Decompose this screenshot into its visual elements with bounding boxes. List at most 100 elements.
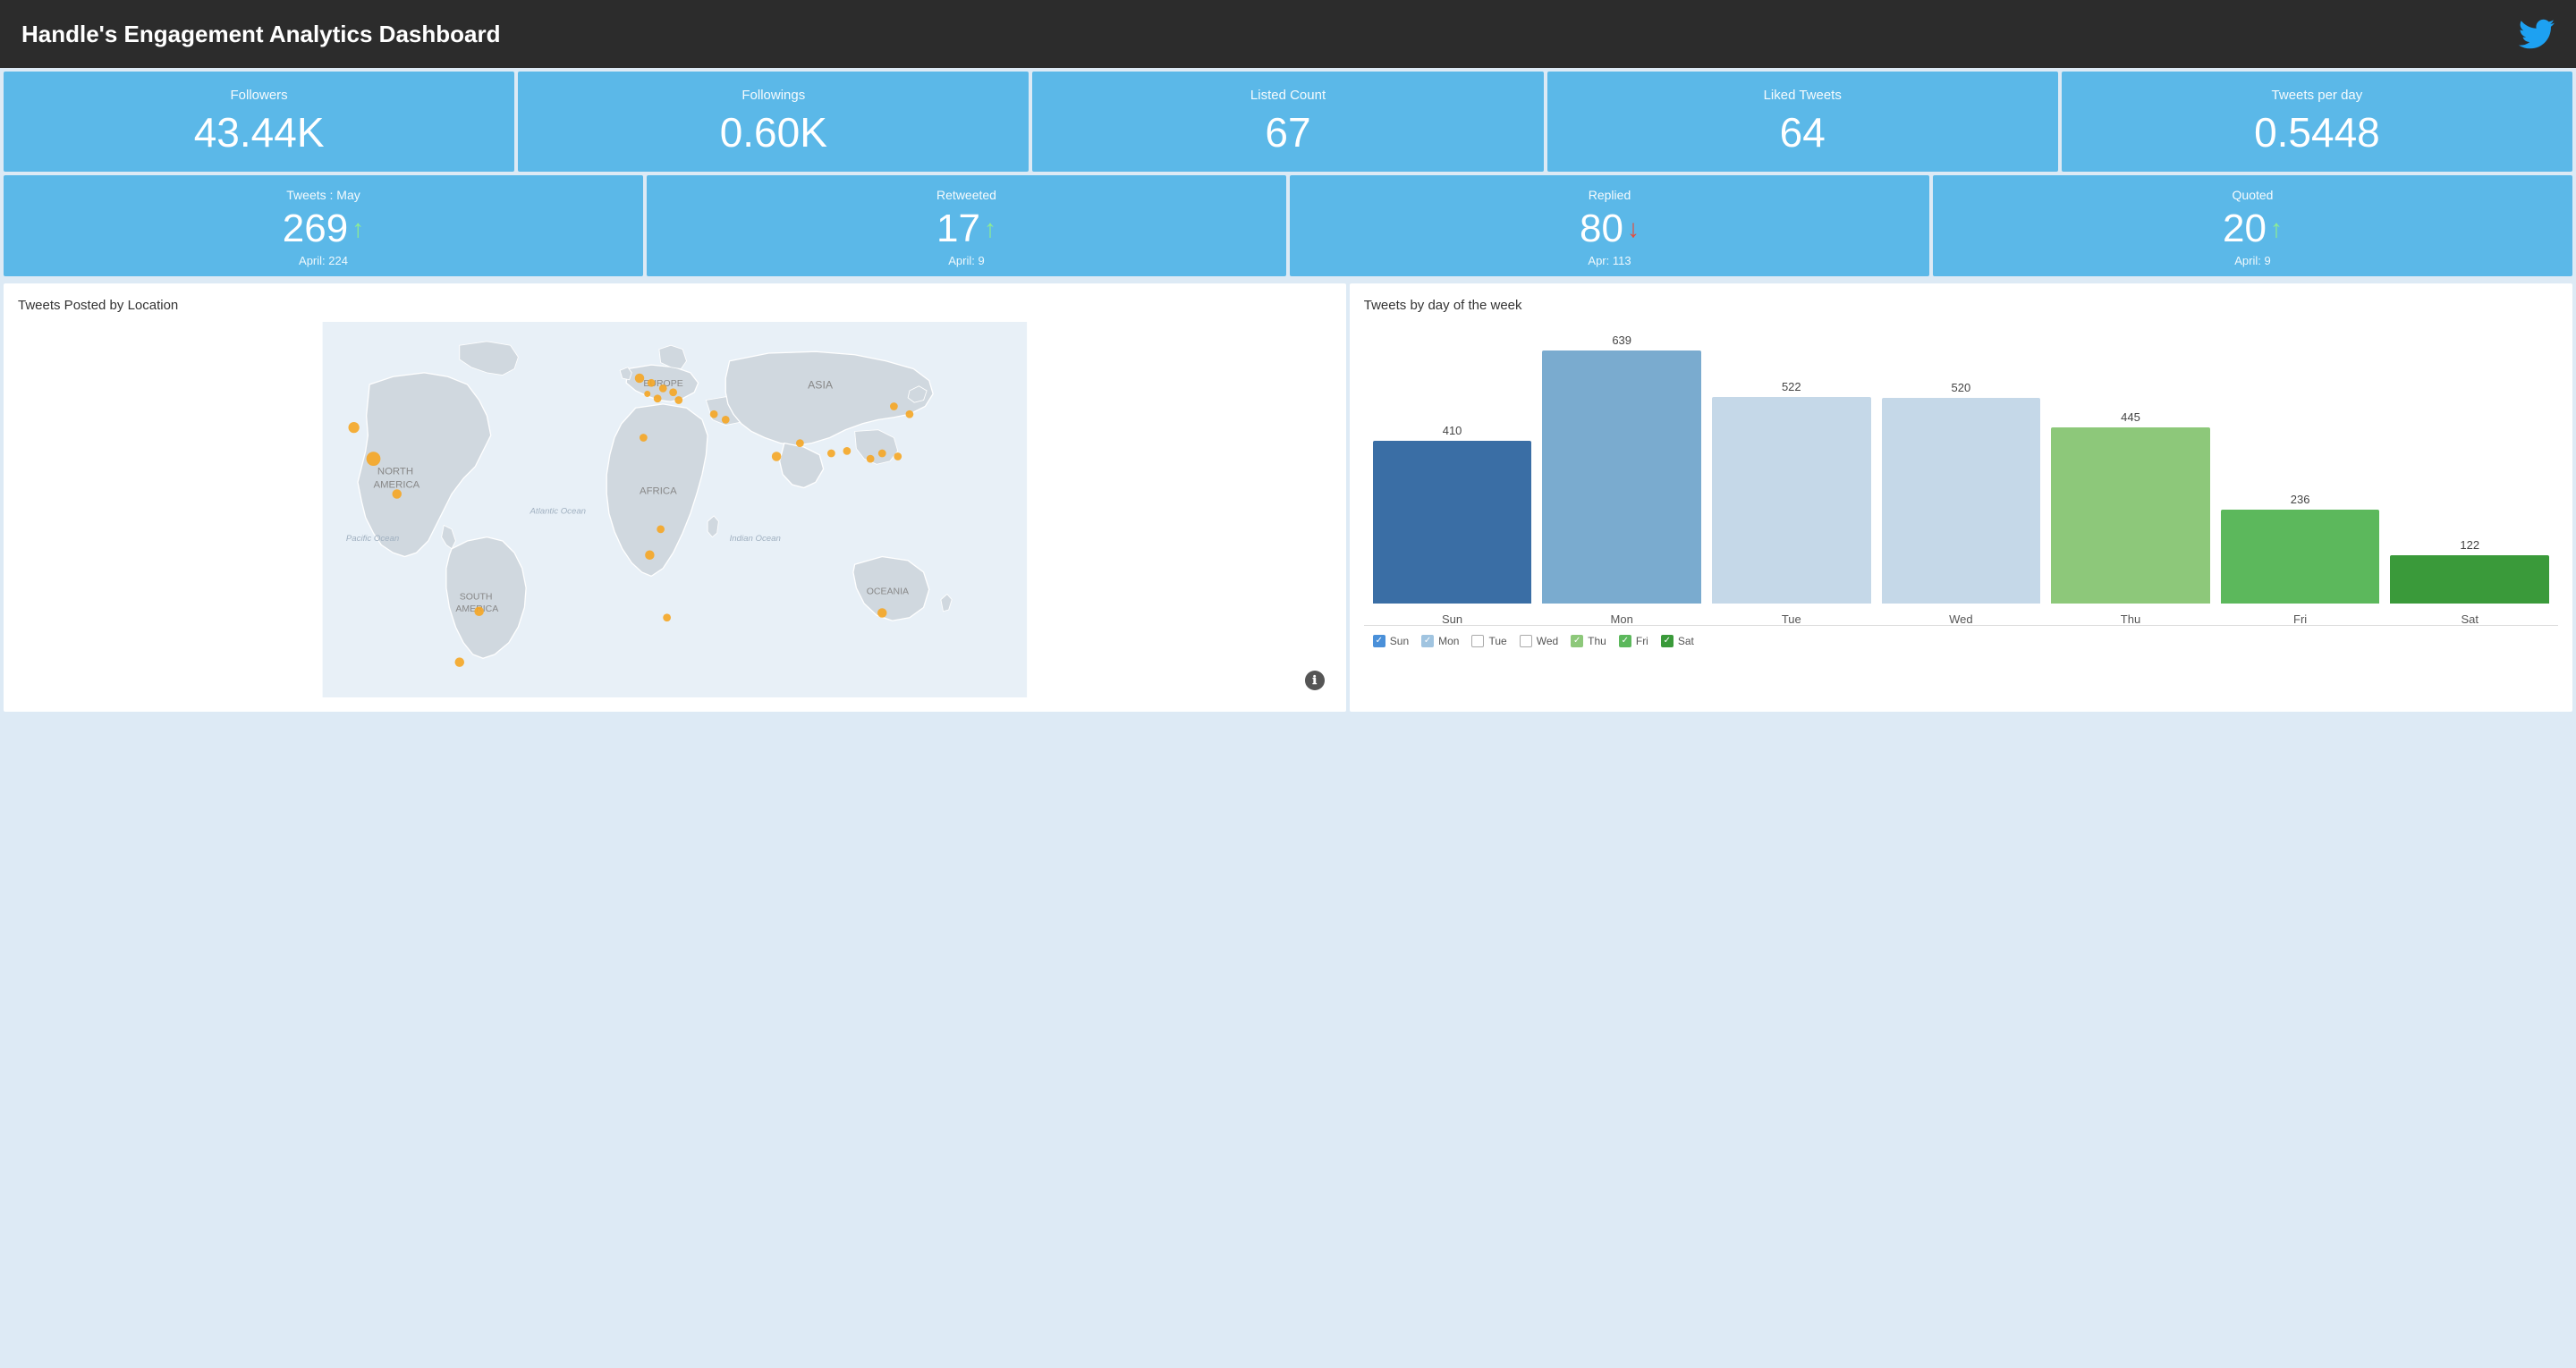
legend-checkbox[interactable]: ✓ [1619, 635, 1631, 647]
bar-value: 410 [1443, 424, 1462, 437]
legend-item-fri[interactable]: ✓ Fri [1619, 635, 1648, 647]
bar-sun: 410 Sun [1373, 424, 1532, 626]
legend-label: Fri [1636, 635, 1648, 647]
legend-label: Mon [1438, 635, 1459, 647]
bar-rect [1542, 350, 1701, 604]
bottom-section: Tweets Posted by Location [0, 280, 2576, 715]
stat-card-tweets-per-day: Tweets per day 0.5448 [2062, 72, 2572, 172]
stat-prev: April: 224 [18, 254, 629, 267]
chart-panel: Tweets by day of the week 410 Sun 639 Mo… [1350, 283, 2572, 712]
svg-text:AMERICA: AMERICA [374, 479, 420, 490]
stat-label: Quoted [1947, 188, 2558, 202]
stat-card-listed-count: Listed Count 67 [1032, 72, 1543, 172]
stat-value: 80 [1580, 207, 1623, 250]
stat-label: Tweets per day [2076, 88, 2558, 103]
chart-panel-title: Tweets by day of the week [1364, 298, 2558, 313]
bar-label: Sat [2461, 612, 2479, 626]
stat-value: 43.44K [18, 110, 500, 156]
legend-checkbox[interactable]: ✓ [1661, 635, 1674, 647]
map-container: Pacific Ocean Atlantic Ocean Indian Ocea… [18, 322, 1332, 697]
stat-card2-retweeted: Retweeted 17 ↑ April: 9 [647, 175, 1286, 276]
svg-text:NORTH: NORTH [377, 467, 413, 477]
stat-label: Liked Tweets [1562, 88, 2044, 103]
bar-rect [2390, 555, 2549, 604]
bar-value: 236 [2291, 493, 2310, 506]
stat-value: 269 [283, 207, 348, 250]
stat-card-followings: Followings 0.60K [518, 72, 1029, 172]
bar-label: Thu [2121, 612, 2140, 626]
stat-value: 17 [936, 207, 980, 250]
page-title: Handle's Engagement Analytics Dashboard [21, 21, 500, 48]
svg-text:Indian Ocean: Indian Ocean [730, 534, 781, 544]
legend-label: Tue [1488, 635, 1506, 647]
bar-wed: 520 Wed [1882, 381, 2041, 626]
legend-item-sat[interactable]: ✓ Sat [1661, 635, 1694, 647]
stat-card2-replied: Replied 80 ↓ Apr: 113 [1290, 175, 1929, 276]
svg-text:ASIA: ASIA [808, 378, 834, 391]
bar-label: Tue [1782, 612, 1801, 626]
bar-label: Sun [1442, 612, 1462, 626]
stat-value: 64 [1562, 110, 2044, 156]
stat-value-row: 17 ↑ [661, 207, 1272, 250]
chart-legend: ✓ Sun ✓ Mon Tue Wed ✓ Thu ✓ Fri ✓ Sat [1364, 626, 2558, 647]
bar-label: Fri [2293, 612, 2307, 626]
stat-label: Replied [1304, 188, 1915, 202]
legend-item-thu[interactable]: ✓ Thu [1571, 635, 1606, 647]
stats-row-2: Tweets : May 269 ↑ April: 224 Retweeted … [0, 175, 2576, 280]
stat-label: Followings [532, 88, 1014, 103]
chart-area: 410 Sun 639 Mon 522 Tue 520 Wed 445 Thu … [1364, 322, 2558, 626]
stat-label: Tweets : May [18, 188, 629, 202]
legend-item-wed[interactable]: Wed [1520, 635, 1558, 647]
bar-thu: 445 Thu [2051, 410, 2210, 626]
legend-checkbox[interactable] [1520, 635, 1532, 647]
stat-value: 67 [1046, 110, 1529, 156]
arrow-up-icon: ↑ [2270, 216, 2283, 241]
stat-label: Listed Count [1046, 88, 1529, 103]
stat-card-liked-tweets: Liked Tweets 64 [1547, 72, 2058, 172]
stat-value-row: 20 ↑ [1947, 207, 2558, 250]
stats-row-1: Followers 43.44K Followings 0.60K Listed… [0, 68, 2576, 175]
legend-checkbox[interactable] [1471, 635, 1484, 647]
svg-text:Pacific Ocean: Pacific Ocean [346, 534, 399, 544]
stat-card2-quoted: Quoted 20 ↑ April: 9 [1933, 175, 2572, 276]
svg-text:Atlantic Ocean: Atlantic Ocean [530, 506, 587, 516]
bar-label: Wed [1949, 612, 1973, 626]
bar-rect [1373, 441, 1532, 604]
legend-item-tue[interactable]: Tue [1471, 635, 1506, 647]
arrow-up-icon: ↑ [984, 216, 996, 241]
stat-card2-tweets-may: Tweets : May 269 ↑ April: 224 [4, 175, 643, 276]
legend-item-mon[interactable]: ✓ Mon [1421, 635, 1459, 647]
header: Handle's Engagement Analytics Dashboard [0, 0, 2576, 68]
svg-text:AFRICA: AFRICA [640, 486, 677, 496]
bar-sat: 122 Sat [2390, 538, 2549, 626]
world-map: Pacific Ocean Atlantic Ocean Indian Ocea… [18, 322, 1332, 697]
axis-line [1364, 625, 2558, 626]
bar-value: 122 [2460, 538, 2479, 552]
bar-label: Mon [1611, 612, 1633, 626]
bar-rect [2221, 510, 2380, 604]
legend-item-sun[interactable]: ✓ Sun [1373, 635, 1409, 647]
bar-rect [1712, 397, 1871, 604]
legend-label: Wed [1537, 635, 1558, 647]
legend-checkbox[interactable]: ✓ [1421, 635, 1434, 647]
stat-value-row: 80 ↓ [1304, 207, 1915, 250]
bar-value: 445 [2121, 410, 2140, 424]
bar-mon: 639 Mon [1542, 334, 1701, 626]
map-panel: Tweets Posted by Location [4, 283, 1346, 712]
stat-prev: Apr: 113 [1304, 254, 1915, 267]
stat-value: 0.5448 [2076, 110, 2558, 156]
stat-value: 0.60K [532, 110, 1014, 156]
legend-label: Sat [1678, 635, 1694, 647]
legend-checkbox[interactable]: ✓ [1571, 635, 1583, 647]
svg-text:OCEANIA: OCEANIA [867, 586, 909, 596]
bar-value: 639 [1612, 334, 1631, 347]
stat-value-row: 269 ↑ [18, 207, 629, 250]
bar-value: 520 [1952, 381, 1971, 394]
stat-label: Followers [18, 88, 500, 103]
map-info-button[interactable]: ℹ [1305, 671, 1325, 690]
legend-checkbox[interactable]: ✓ [1373, 635, 1385, 647]
legend-label: Sun [1390, 635, 1409, 647]
svg-text:SOUTH: SOUTH [460, 592, 493, 603]
stat-card-followers: Followers 43.44K [4, 72, 514, 172]
map-panel-title: Tweets Posted by Location [18, 298, 1332, 313]
